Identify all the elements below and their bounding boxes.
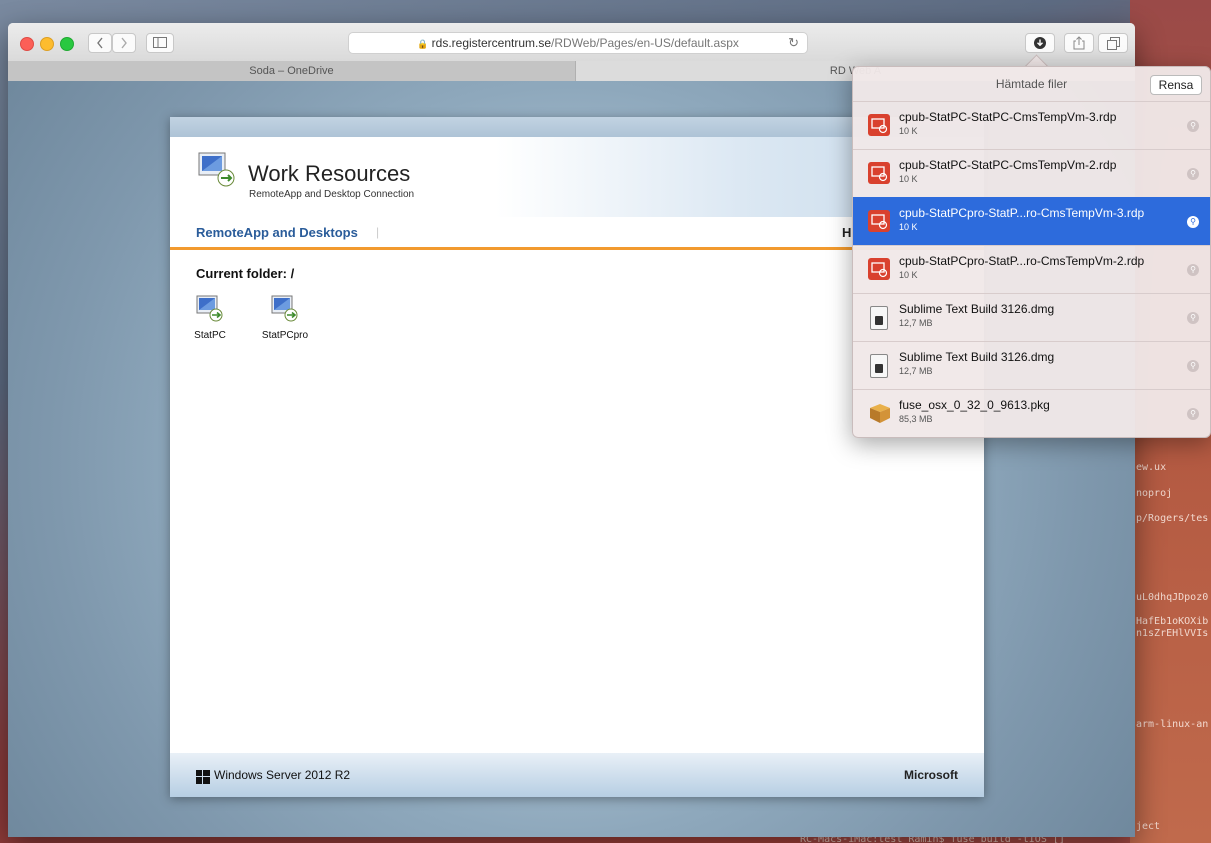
- page-title: Work Resources: [248, 161, 411, 186]
- back-button[interactable]: [88, 33, 112, 53]
- rdp-file-icon: [868, 210, 890, 234]
- disk-image-icon: [868, 306, 890, 330]
- tabs-icon: [1106, 37, 1120, 50]
- downloads-popover: Hämtade filer Rensa cpub-StatPC-StatPC-C…: [852, 66, 1211, 438]
- download-item[interactable]: fuse_osx_0_32_0_9613.pkg 85,3 MB ⚲: [853, 389, 1210, 437]
- footer-vendor: Microsoft: [904, 768, 958, 782]
- terminal-line: n1sZrEHlVVIs: [1136, 628, 1209, 639]
- windows-logo-icon: [196, 770, 210, 784]
- share-icon: [1073, 36, 1085, 50]
- terminal-line: p/Rogers/tes: [1136, 513, 1209, 524]
- download-item[interactable]: cpub-StatPC-StatPC-CmsTempVm-2.rdp 10 K ⚲: [853, 149, 1210, 197]
- nav-remoteapp-desktops[interactable]: RemoteApp and Desktops: [196, 225, 358, 240]
- download-size: 10 K: [899, 174, 918, 184]
- rdp-file-icon: [868, 162, 890, 186]
- downloads-button[interactable]: [1025, 33, 1055, 53]
- remote-desktop-icon: [271, 295, 298, 322]
- panel-footer: Windows Server 2012 R2 Microsoft: [170, 753, 984, 797]
- download-size: 12,7 MB: [899, 318, 933, 328]
- reload-icon[interactable]: ↻: [788, 33, 799, 53]
- current-folder-label: Current folder: /: [196, 266, 295, 281]
- terminal-line: uL0dhqJDpoz0: [1136, 592, 1209, 603]
- share-button[interactable]: [1064, 33, 1094, 53]
- terminal-line: HafEb1oKOXib: [1136, 616, 1209, 627]
- url-host: rds.registercentrum.se: [431, 36, 552, 50]
- download-filename: Sublime Text Build 3126.dmg: [899, 302, 1055, 316]
- download-filename: fuse_osx_0_32_0_9613.pkg: [899, 398, 1050, 412]
- lock-icon: 🔒: [417, 39, 429, 49]
- download-size: 10 K: [899, 270, 918, 280]
- download-arrow-icon: [1034, 37, 1046, 49]
- page-subtitle: RemoteApp and Desktop Connection: [249, 189, 415, 200]
- terminal-line: ew.ux: [1136, 462, 1167, 473]
- show-in-finder-icon[interactable]: ⚲: [1187, 264, 1199, 276]
- disk-image-icon: [868, 354, 890, 378]
- remote-desktop-logo-icon: [198, 152, 235, 187]
- terminal-line: ject: [1136, 821, 1161, 832]
- remote-desktop-icon: [196, 295, 223, 322]
- url-path: /RDWeb/Pages/en-US/default.aspx: [551, 36, 739, 50]
- download-filename: cpub-StatPC-StatPC-CmsTempVm-3.rdp: [899, 110, 1117, 124]
- show-in-finder-icon[interactable]: ⚲: [1187, 120, 1199, 132]
- download-size: 10 K: [899, 222, 918, 232]
- download-filename: cpub-StatPCpro-StatP...ro-CmsTempVm-2.rd…: [899, 254, 1145, 268]
- chevron-left-icon: [97, 37, 103, 49]
- footer-os-name: Windows Server 2012 R2: [214, 768, 351, 782]
- show-in-finder-icon[interactable]: ⚲: [1187, 168, 1199, 180]
- sidebar-toggle-button[interactable]: [146, 33, 174, 53]
- download-filename: Sublime Text Build 3126.dmg: [899, 350, 1055, 364]
- terminal-prompt: RC-Macs-iMac:test Ramin$ fuse build -tIO…: [800, 836, 1130, 843]
- minimize-window-button[interactable]: [40, 37, 54, 51]
- show-in-finder-icon[interactable]: ⚲: [1187, 216, 1199, 228]
- package-icon: [868, 402, 890, 426]
- terminal-line: noproj: [1136, 488, 1173, 499]
- download-filename: cpub-StatPCpro-StatP...ro-CmsTempVm-3.rd…: [899, 206, 1145, 220]
- app-statpc[interactable]: StatPC: [180, 295, 240, 341]
- show-in-finder-icon[interactable]: ⚲: [1187, 312, 1199, 324]
- close-window-button[interactable]: [20, 37, 34, 51]
- terminal-line: arm-linux-an: [1136, 719, 1209, 730]
- download-item[interactable]: cpub-StatPCpro-StatP...ro-CmsTempVm-3.rd…: [853, 197, 1210, 245]
- chevron-right-icon: [121, 37, 127, 49]
- show-in-finder-icon[interactable]: ⚲: [1187, 408, 1199, 420]
- app-statpcpro[interactable]: StatPCpro: [255, 295, 315, 341]
- zoom-window-button[interactable]: [60, 37, 74, 51]
- download-size: 10 K: [899, 126, 918, 136]
- browser-toolbar: 🔒 rds.registercentrum.se/RDWeb/Pages/en-…: [8, 23, 1135, 62]
- address-bar[interactable]: 🔒 rds.registercentrum.se/RDWeb/Pages/en-…: [348, 32, 808, 54]
- download-filename: cpub-StatPC-StatPC-CmsTempVm-2.rdp: [899, 158, 1117, 172]
- download-item[interactable]: Sublime Text Build 3126.dmg 12,7 MB ⚲: [853, 293, 1210, 341]
- rdp-file-icon: [868, 258, 890, 282]
- forward-button[interactable]: [112, 33, 136, 53]
- app-label: StatPC: [194, 330, 226, 341]
- download-size: 12,7 MB: [899, 366, 933, 376]
- tabs-overview-button[interactable]: [1098, 33, 1128, 53]
- nav-separator: |: [376, 225, 380, 239]
- sidebar-icon: [153, 37, 167, 48]
- tab-onedrive[interactable]: Soda – OneDrive: [8, 61, 576, 81]
- download-item[interactable]: cpub-StatPCpro-StatP...ro-CmsTempVm-2.rd…: [853, 245, 1210, 293]
- nav-help[interactable]: H: [842, 225, 851, 240]
- download-item[interactable]: cpub-StatPC-StatPC-CmsTempVm-3.rdp 10 K ⚲: [853, 101, 1210, 149]
- rdp-file-icon: [868, 114, 890, 138]
- download-item[interactable]: Sublime Text Build 3126.dmg 12,7 MB ⚲: [853, 341, 1210, 389]
- clear-downloads-button[interactable]: Rensa: [1150, 75, 1202, 95]
- app-label: StatPCpro: [261, 330, 309, 341]
- show-in-finder-icon[interactable]: ⚲: [1187, 360, 1199, 372]
- download-size: 85,3 MB: [899, 414, 933, 424]
